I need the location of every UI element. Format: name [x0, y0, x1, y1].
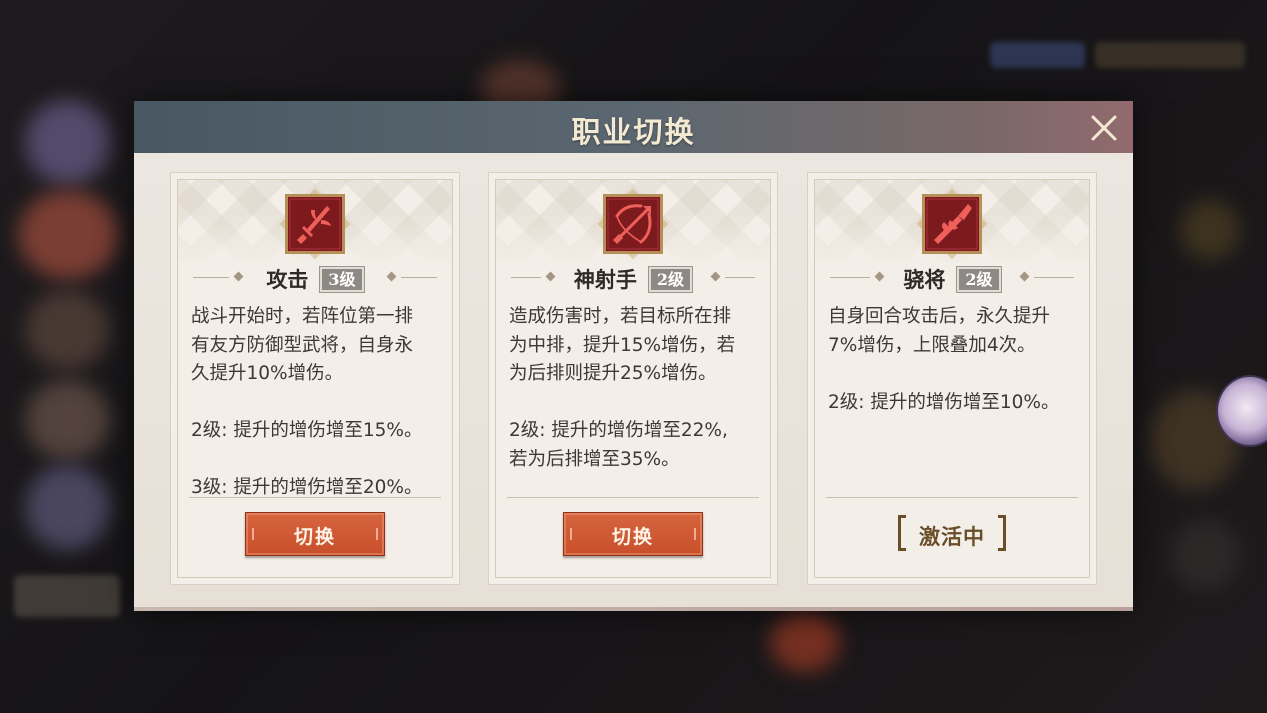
close-icon — [1091, 115, 1117, 141]
desc-line: 久提升10%增伤。 — [191, 363, 344, 384]
level2-text: 2级: 提升的增伤增至15%。 — [191, 420, 423, 441]
level2-text: 若为后排增至35%。 — [509, 448, 680, 470]
switch-button-label: 切换 — [293, 526, 336, 548]
name-group: 神射手 2级 — [489, 264, 777, 294]
class-description: 战斗开始时，若阵位第一排 有友方防御型武将，自身永 久提升10%增伤。 2级: … — [191, 303, 441, 503]
switch-button-label: 切换 — [611, 526, 654, 548]
class-description: 自身回合攻击后，永久提升 7%增伤，上限叠加4次。 2级: 提升的增伤增至10%… — [828, 303, 1078, 417]
switch-button[interactable]: 切换 — [563, 512, 703, 556]
card-divider — [826, 497, 1078, 498]
desc-line: 造成伤害时，若目标所在排 — [509, 306, 732, 327]
class-name-row: 神射手 2级 — [489, 264, 777, 294]
name-group: 骁将 2级 — [808, 264, 1096, 294]
desc-line: 战斗开始时，若阵位第一排 — [191, 306, 414, 327]
class-name: 神射手 — [573, 267, 637, 292]
name-group: 攻击 3级 — [171, 264, 459, 294]
dialog-header: 职业切换 — [134, 101, 1133, 153]
sword-icon — [279, 188, 351, 260]
desc-line: 为后排则提升25%增伤。 — [509, 363, 717, 384]
card-divider — [189, 497, 441, 498]
dialog-title: 职业切换 — [571, 115, 696, 149]
close-button[interactable] — [1089, 113, 1119, 143]
desc-line: 为中排，提升15%增伤，若 — [509, 334, 736, 356]
dialog-bottom-edge — [134, 607, 1133, 611]
class-card-attack: 攻击 3级 战斗开始时，若阵位第一排 有友方防御型武将，自身永 久提升10%增伤。… — [170, 172, 460, 585]
desc-line: 7%增伤，上限叠加4次。 — [828, 334, 1036, 356]
desc-line: 自身回合攻击后，永久提升 — [828, 306, 1051, 327]
class-name-row: 攻击 3级 — [171, 264, 459, 294]
level-badge: 2级 — [647, 265, 694, 293]
class-name: 攻击 — [266, 267, 309, 292]
card-divider — [507, 497, 759, 498]
switch-button[interactable]: 切换 — [245, 512, 385, 556]
class-name: 骁将 — [903, 267, 946, 292]
class-card-marksman: 神射手 2级 造成伤害时，若目标所在排 为中排，提升15%增伤，若 为后排则提升2… — [488, 172, 778, 585]
level2-text: 2级: 提升的增伤增至10%。 — [828, 391, 1060, 413]
level-badge: 2级 — [956, 265, 1002, 293]
bow-icon — [597, 188, 669, 260]
active-status-badge: 激活中 — [898, 515, 1006, 553]
class-switch-dialog: 职业切换 攻击 3级 战斗开始时，若阵位第一排 有友方防御型武将，自身永 久提升… — [134, 101, 1133, 611]
class-description: 造成伤害时，若目标所在排 为中排，提升15%增伤，若 为后排则提升25%增伤。 … — [509, 303, 759, 474]
class-name-row: 骁将 2级 — [808, 264, 1096, 294]
spear-icon — [916, 188, 988, 260]
level3-text: 3级: 提升的增伤增至20%。 — [191, 477, 423, 498]
level2-text: 2级: 提升的增伤增至22%, — [509, 420, 728, 441]
class-card-vanguard: 骁将 2级 自身回合攻击后，永久提升 7%增伤，上限叠加4次。 2级: 提升的增伤… — [807, 172, 1097, 585]
active-status-label: 激活中 — [919, 524, 985, 549]
desc-line: 有友方防御型武将，自身永 — [191, 334, 414, 356]
level-badge: 3级 — [319, 265, 365, 293]
